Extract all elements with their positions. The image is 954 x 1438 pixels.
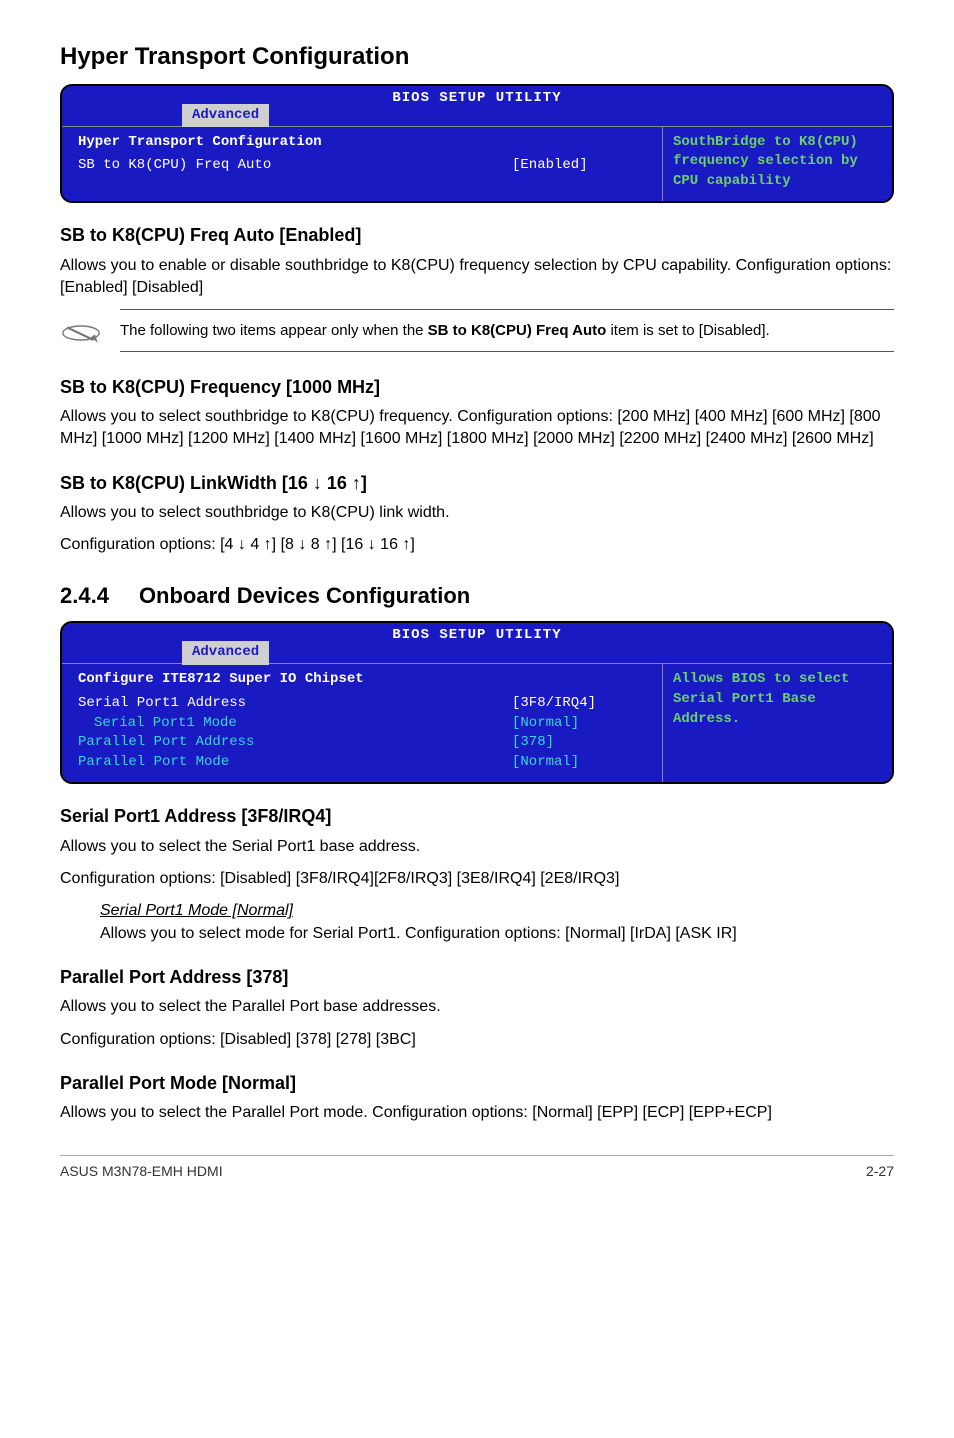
note-suffix: item is set to [Disabled]. [606,322,769,339]
heading-parallel-port-addr: Parallel Port Address [378] [60,965,894,990]
para-serial-port1-mode: Allows you to select mode for Serial Por… [100,923,894,945]
bios-left-pane: Hyper Transport Configuration SB to K8(C… [62,127,662,202]
bios-row-value: [378] [512,733,652,753]
bios-section-title: Configure ITE8712 Super IO Chipset [78,670,652,690]
para-parallel-port-addr-1: Allows you to select the Parallel Port b… [60,996,894,1018]
bios-tab-advanced: Advanced [182,641,269,665]
bios-row-label: Serial Port1 Mode [78,714,512,734]
section-number: 2.4.4 [60,583,109,608]
bios-row-serial-port1-mode: Serial Port1 Mode [Normal] [78,714,652,734]
para-sb-frequency: Allows you to select southbridge to K8(C… [60,406,894,451]
bios-help-text: SouthBridge to K8(CPU) frequency selecti… [673,134,858,189]
footer-left: ASUS M3N78-EMH HDMI [60,1162,223,1182]
footer-right: 2-27 [866,1162,894,1182]
note-bold: SB to K8(CPU) Freq Auto [428,322,607,339]
para-sb-freq-auto: Allows you to enable or disable southbri… [60,255,894,300]
note-icon [60,309,120,354]
bios-row-label: Parallel Port Mode [78,753,512,773]
para-serial-port1-a: Allows you to select the Serial Port1 ba… [60,836,894,858]
section-heading-onboard: 2.4.4 Onboard Devices Configuration [60,581,894,612]
bios-box-onboard: BIOS SETUP UTILITY Advanced Configure IT… [60,621,894,784]
bios-titlebar: BIOS SETUP UTILITY Advanced [62,623,892,663]
bios-row-label: Serial Port1 Address [78,694,512,714]
heading-serial-port1: Serial Port1 Address [3F8/IRQ4] [60,804,894,829]
bios-row-value: [Normal] [512,714,652,734]
heading-sb-linkwidth: SB to K8(CPU) LinkWidth [16 ↓ 16 ↑] [60,471,894,496]
bios-row-parallel-port-addr: Parallel Port Address [378] [78,733,652,753]
bios-row-value: [Normal] [512,753,652,773]
bios-row-value: [3F8/IRQ4] [512,694,652,714]
bios-tab-advanced: Advanced [182,104,269,128]
bios-help-pane: SouthBridge to K8(CPU) frequency selecti… [662,127,892,202]
bios-left-pane: Configure ITE8712 Super IO Chipset Seria… [62,664,662,782]
page-footer: ASUS M3N78-EMH HDMI 2-27 [60,1155,894,1182]
bios-section-title: Hyper Transport Configuration [78,133,652,153]
bios-row-value: [Enabled] [512,156,652,176]
bios-help-pane: Allows BIOS to select Serial Port1 Base … [662,664,892,782]
note-block: The following two items appear only when… [60,309,894,354]
para-parallel-port-mode: Allows you to select the Parallel Port m… [60,1102,894,1124]
bios-row-serial-port1-addr: Serial Port1 Address [3F8/IRQ4] [78,694,652,714]
bios-row-parallel-port-mode: Parallel Port Mode [Normal] [78,753,652,773]
bios-row-label: Parallel Port Address [78,733,512,753]
para-sb-linkwidth-1: Allows you to select southbridge to K8(C… [60,502,894,524]
page-title: Hyper Transport Configuration [60,40,894,74]
heading-parallel-port-mode: Parallel Port Mode [Normal] [60,1071,894,1096]
bios-titlebar: BIOS SETUP UTILITY Advanced [62,86,892,126]
bios-row-sb-freq-auto: SB to K8(CPU) Freq Auto [Enabled] [78,156,652,176]
bios-box-hypertransport: BIOS SETUP UTILITY Advanced Hyper Transp… [60,84,894,204]
heading-sb-frequency: SB to K8(CPU) Frequency [1000 MHz] [60,375,894,400]
para-parallel-port-addr-2: Configuration options: [Disabled] [378] … [60,1029,894,1051]
para-serial-port1-b: Configuration options: [Disabled] [3F8/I… [60,868,894,890]
bios-row-label: SB to K8(CPU) Freq Auto [78,156,512,176]
para-sb-linkwidth-2: Configuration options: [4 ↓ 4 ↑] [8 ↓ 8 … [60,534,894,556]
note-prefix: The following two items appear only when… [120,322,428,339]
note-text: The following two items appear only when… [120,309,894,352]
bios-help-text: Allows BIOS to select Serial Port1 Base … [673,671,849,726]
subheading-serial-port1-mode: Serial Port1 Mode [Normal] [100,900,894,922]
heading-sb-freq-auto: SB to K8(CPU) Freq Auto [Enabled] [60,223,894,248]
section-title-text: Onboard Devices Configuration [139,583,470,608]
